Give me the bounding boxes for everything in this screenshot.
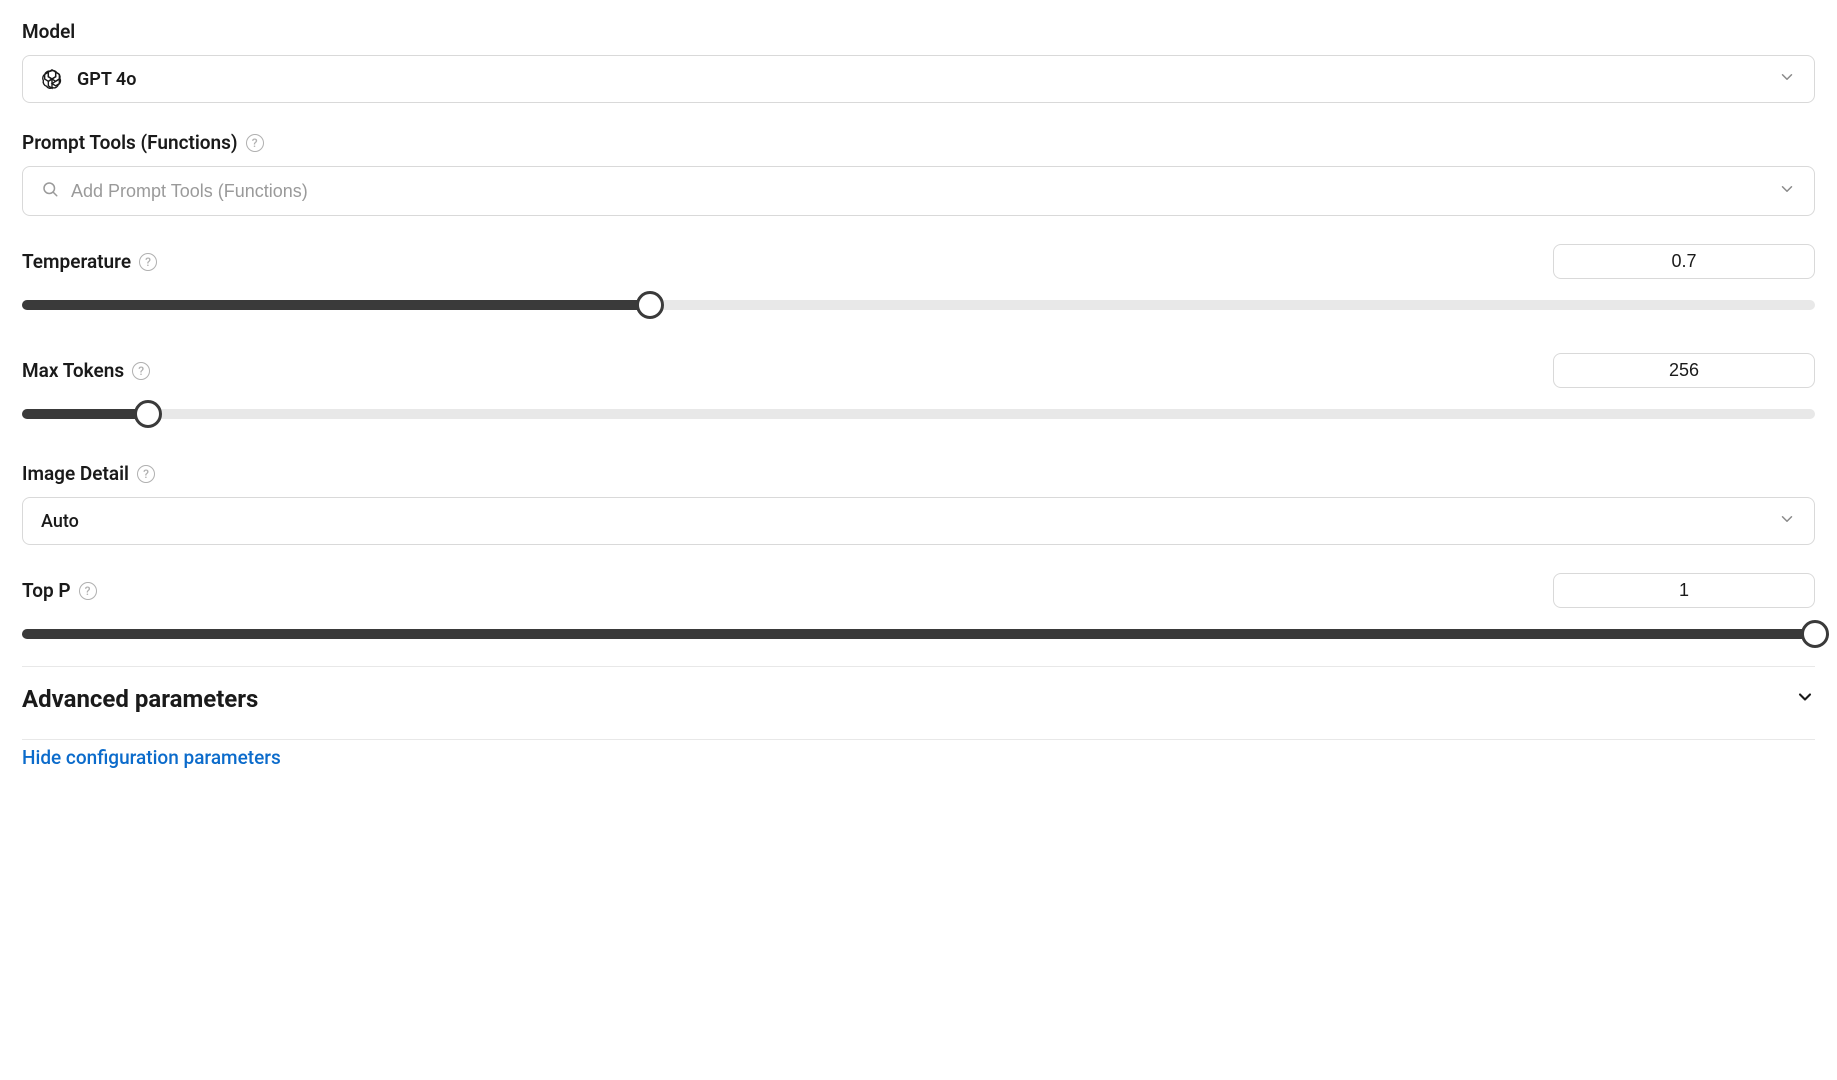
prompt-tools-select[interactable] — [22, 166, 1815, 216]
top-p-label: Top P — [22, 579, 71, 602]
prompt-tools-label: Prompt Tools (Functions) — [22, 131, 238, 154]
advanced-parameters-title: Advanced parameters — [22, 685, 258, 713]
image-detail-section: Image Detail ? Auto — [22, 462, 1815, 545]
slider-fill — [22, 300, 650, 310]
top-p-label-left: Top P ? — [22, 579, 97, 602]
slider-fill — [22, 629, 1815, 639]
max-tokens-value-input[interactable] — [1553, 353, 1815, 388]
prompt-tools-section: Prompt Tools (Functions) ? — [22, 131, 1815, 216]
temperature-label: Temperature — [22, 250, 131, 273]
max-tokens-section: Max Tokens ? — [22, 353, 1815, 428]
temperature-label-left: Temperature ? — [22, 250, 157, 273]
prompt-tools-label-row: Prompt Tools (Functions) ? — [22, 131, 1815, 154]
image-detail-label: Image Detail — [22, 462, 129, 485]
image-detail-label-row: Image Detail ? — [22, 462, 1815, 485]
hide-config-link[interactable]: Hide configuration parameters — [22, 740, 281, 769]
model-select[interactable]: GPT 4o — [22, 55, 1815, 103]
top-p-slider[interactable] — [22, 620, 1815, 648]
image-detail-select-left: Auto — [41, 511, 79, 532]
help-icon[interactable]: ? — [79, 582, 97, 600]
top-p-label-row: Top P ? — [22, 573, 1815, 608]
prompt-tools-input[interactable] — [71, 181, 1778, 202]
slider-thumb[interactable] — [1801, 620, 1829, 648]
advanced-parameters-toggle[interactable]: Advanced parameters — [22, 667, 1815, 731]
temperature-label-row: Temperature ? — [22, 244, 1815, 279]
max-tokens-slider[interactable] — [22, 400, 1815, 428]
top-p-value-input[interactable] — [1553, 573, 1815, 608]
image-detail-label-left: Image Detail ? — [22, 462, 155, 485]
max-tokens-label-row: Max Tokens ? — [22, 353, 1815, 388]
model-label: Model — [22, 20, 75, 43]
slider-fill — [22, 409, 148, 419]
help-icon[interactable]: ? — [132, 362, 150, 380]
model-label-left: Model — [22, 20, 75, 43]
temperature-slider[interactable] — [22, 291, 1815, 319]
slider-thumb[interactable] — [636, 291, 664, 319]
help-icon[interactable]: ? — [139, 253, 157, 271]
help-icon[interactable]: ? — [246, 134, 264, 152]
chevron-down-icon — [1778, 68, 1796, 90]
model-section: Model GPT 4o — [22, 20, 1815, 103]
model-selected-value: GPT 4o — [77, 69, 136, 90]
openai-icon — [41, 68, 63, 90]
chevron-down-icon — [1778, 510, 1796, 532]
search-icon — [41, 180, 59, 202]
prompt-tools-search-left — [41, 180, 1778, 202]
chevron-down-icon — [1778, 180, 1796, 202]
slider-thumb[interactable] — [134, 400, 162, 428]
temperature-section: Temperature ? — [22, 244, 1815, 319]
help-icon[interactable]: ? — [137, 465, 155, 483]
temperature-value-input[interactable] — [1553, 244, 1815, 279]
chevron-down-icon — [1795, 687, 1815, 711]
slider-track — [22, 409, 1815, 419]
model-select-left: GPT 4o — [41, 68, 136, 90]
prompt-tools-label-left: Prompt Tools (Functions) ? — [22, 131, 264, 154]
image-detail-select[interactable]: Auto — [22, 497, 1815, 545]
max-tokens-label: Max Tokens — [22, 359, 124, 382]
model-label-row: Model — [22, 20, 1815, 43]
max-tokens-label-left: Max Tokens ? — [22, 359, 150, 382]
top-p-section: Top P ? — [22, 573, 1815, 648]
divider — [22, 739, 1815, 740]
image-detail-selected-value: Auto — [41, 511, 79, 532]
